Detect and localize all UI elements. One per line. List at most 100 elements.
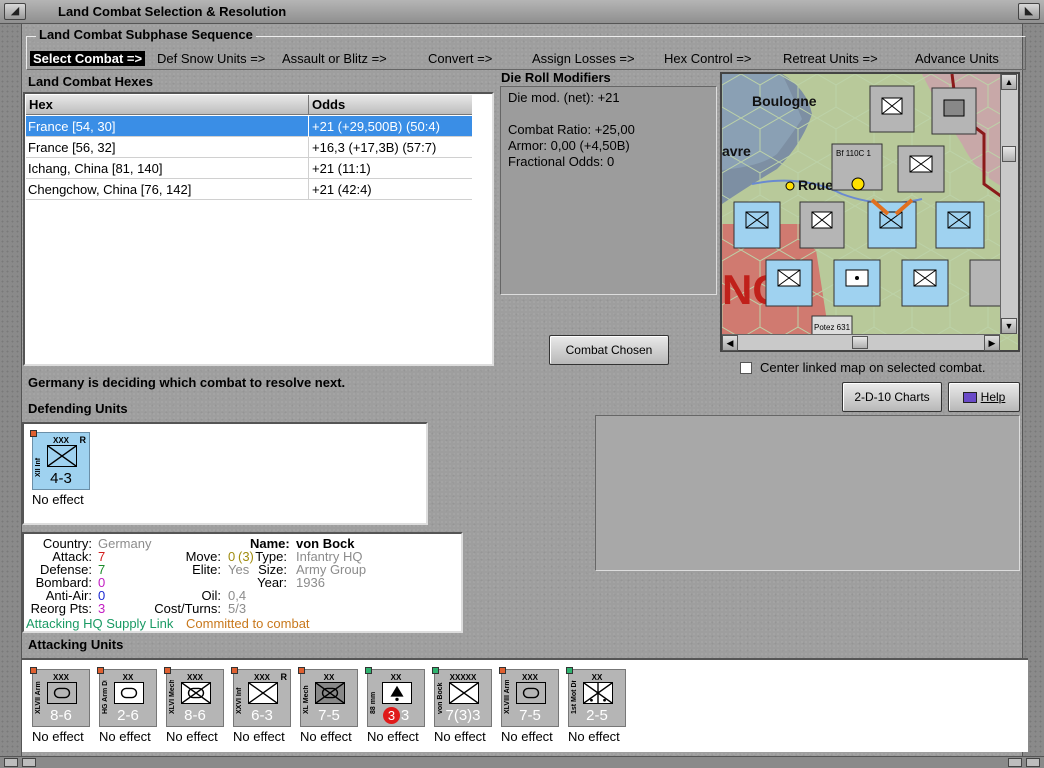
land-combat-window: ◢ Land Combat Selection & Resolution ◣ L… — [0, 0, 1044, 768]
odds-cell: +21 (11:1) — [312, 161, 371, 176]
defending-unit-counter[interactable]: XXX R XII Inf 4-3 — [30, 430, 90, 490]
odds-cell: +16,3 (+17,3B) (57:7) — [312, 140, 437, 155]
minimize-icon[interactable]: ◢ — [4, 3, 26, 20]
antiaircraft-symbol-icon — [382, 682, 412, 704]
close-icon[interactable]: ◣ — [1018, 3, 1040, 20]
map-horizontal-scrollbar[interactable]: ◀ ▶ — [722, 334, 1000, 351]
unit-strength: 3 — [400, 707, 410, 724]
attacking-unit-counter[interactable]: XX 88 mm 3 3 — [365, 667, 425, 727]
col-odds-header[interactable]: Odds — [312, 97, 345, 112]
phase-def-snow-units[interactable]: Def Snow Units => — [157, 51, 265, 66]
unit-result: No effect — [367, 729, 419, 744]
mech-symbol-icon — [181, 682, 211, 704]
vertical-scroll-thumb[interactable] — [1002, 146, 1016, 162]
resize-corner-icon[interactable] — [4, 758, 18, 767]
phase-hex-control[interactable]: Hex Control => — [664, 51, 751, 66]
unit-result: No effect — [166, 729, 218, 744]
phase-assault-or-blitz[interactable]: Assault or Blitz => — [282, 51, 387, 66]
attacking-unit-counter[interactable]: XXX XLVII Arm 8-6 — [30, 667, 90, 727]
attacking-label: Attacking Units — [28, 637, 124, 652]
table-row[interactable]: France [56, 32] +16,3 (+17,3B) (57:7) — [26, 137, 472, 158]
phase-select-combat[interactable]: Select Combat => — [30, 51, 146, 66]
col-hex-header[interactable]: Hex — [29, 97, 53, 112]
scroll-down-icon[interactable]: ▼ — [1001, 318, 1017, 334]
table-row[interactable]: Ichang, China [81, 140] +21 (11:1) — [26, 158, 472, 179]
table-row[interactable]: Chengchow, China [76, 142] +21 (42:4) — [26, 179, 472, 200]
map-city-label: Boulogne — [752, 93, 817, 109]
info-supply-link: Attacking HQ Supply Link — [26, 616, 174, 631]
center-linked-label: Center linked map on selected combat. — [760, 360, 986, 375]
unit-result: No effect — [501, 729, 553, 744]
resize-corner-icon[interactable] — [22, 758, 36, 767]
drm-label: Die Roll Modifiers — [501, 70, 611, 85]
unit-flag: R — [280, 672, 288, 682]
hex-cell: Ichang, China [81, 140] — [28, 161, 163, 176]
attacking-unit-counter[interactable]: XXX R XXVI Inf 6-3 — [231, 667, 291, 727]
scroll-left-icon[interactable]: ◀ — [722, 335, 738, 351]
map-city-label: avre — [722, 143, 751, 159]
phase-legend: Land Combat Subphase Sequence — [36, 27, 256, 42]
attacking-unit-counter[interactable]: XX 1st Mot Div 2-5 — [566, 667, 626, 727]
phase-advance-units[interactable]: Advance Units — [915, 51, 999, 66]
armor-symbol-icon — [516, 682, 546, 704]
right-frame — [1022, 24, 1044, 756]
phase-retreat-units[interactable]: Retreat Units => — [783, 51, 878, 66]
unit-strength: 2-6 — [117, 707, 139, 724]
infantry-symbol-icon — [248, 682, 278, 704]
linked-map[interactable]: Boulogne avre Roue NC Bf 110C 1 Potez 63… — [720, 72, 1020, 352]
hexes-table: Hex Odds France [54, 30] +21 (+29,500B) … — [23, 92, 494, 366]
defending-label: Defending Units — [28, 401, 128, 416]
drm-armor: Armor: 0,00 (+4,50B) — [508, 138, 630, 153]
hex-cell: France [56, 32] — [28, 140, 116, 155]
horizontal-scroll-thumb[interactable] — [852, 336, 868, 349]
drm-net: Die mod. (net): +21 — [508, 90, 620, 105]
title-bar[interactable]: ◢ Land Combat Selection & Resolution ◣ — [0, 0, 1044, 24]
combat-chosen-button[interactable]: Combat Chosen — [549, 335, 669, 365]
info-elite-key: Elite: — [192, 562, 221, 577]
map-aircraft-label: Potez 631 — [814, 323, 851, 332]
attacking-unit-counter[interactable]: XXXXX von Bock 7(3)3 — [432, 667, 492, 727]
resize-corner-icon[interactable] — [1026, 758, 1040, 767]
help-button[interactable]: Help — [948, 382, 1020, 412]
drm-combat-ratio: Combat Ratio: +25,00 — [508, 122, 635, 137]
info-reorg-key: Reorg Pts: — [30, 601, 92, 616]
charts-button[interactable]: 2-D-10 Charts — [842, 382, 942, 412]
hexes-label: Land Combat Hexes — [28, 74, 153, 89]
mech-symbol-icon — [315, 682, 345, 704]
unit-strength: 8-6 — [50, 707, 72, 724]
scroll-right-icon[interactable]: ▶ — [984, 335, 1000, 351]
combat-result-panel — [595, 415, 1020, 571]
attacking-unit-counter[interactable]: XX HG Arm Div 2-6 — [97, 667, 157, 727]
unit-result: No effect — [434, 729, 486, 744]
info-cost-value: 5/3 — [228, 601, 247, 616]
map-vertical-scrollbar[interactable]: ▲ ▼ — [1000, 74, 1018, 334]
attacking-unit-counter[interactable]: XX XL Mech 7-5 — [298, 667, 358, 727]
phase-convert[interactable]: Convert => — [428, 51, 492, 66]
center-linked-checkbox-row[interactable]: Center linked map on selected combat. — [740, 360, 985, 375]
drm-panel: Die mod. (net): +21 Combat Ratio: +25,00… — [500, 86, 717, 295]
armor-symbol-icon — [114, 682, 144, 704]
armor-symbol-icon — [47, 682, 77, 704]
center-linked-checkbox[interactable] — [740, 362, 752, 374]
attacking-unit-counter[interactable]: XXX XLVIII Arm 7-5 — [499, 667, 559, 727]
attacking-unit-counter[interactable]: XXX XLVI Mech 8-6 — [164, 667, 224, 727]
odds-cell: +21 (42:4) — [312, 182, 372, 197]
attacking-units-box: XXX XLVII Arm 8-6 No effect XX HG Arm Di… — [22, 658, 1028, 752]
map-city-label: Roue — [798, 177, 833, 193]
unit-strength: 6-3 — [251, 707, 273, 724]
table-row[interactable]: France [54, 30] +21 (+29,500B) (50:4) — [26, 116, 472, 137]
info-elite-value: Yes — [228, 562, 250, 577]
unit-strength: 7(3)3 — [445, 707, 481, 724]
resize-corner-icon[interactable] — [1008, 758, 1022, 767]
unit-result: No effect — [99, 729, 151, 744]
scroll-up-icon[interactable]: ▲ — [1001, 74, 1017, 90]
odds-cell: +21 (+29,500B) (50:4) — [312, 119, 440, 134]
phase-assign-losses[interactable]: Assign Losses => — [532, 51, 635, 66]
unit-info-panel: Country: Germany Attack: 7 Defense: 7 Bo… — [22, 532, 463, 633]
info-year-key: Year: — [257, 575, 287, 590]
unit-strength: 7-5 — [519, 707, 541, 724]
hex-cell: France [54, 30] — [28, 119, 116, 134]
unit-strength: 4-3 — [50, 470, 72, 487]
status-message: Germany is deciding which combat to reso… — [28, 375, 346, 390]
hex-cell: Chengchow, China [76, 142] — [28, 182, 192, 197]
